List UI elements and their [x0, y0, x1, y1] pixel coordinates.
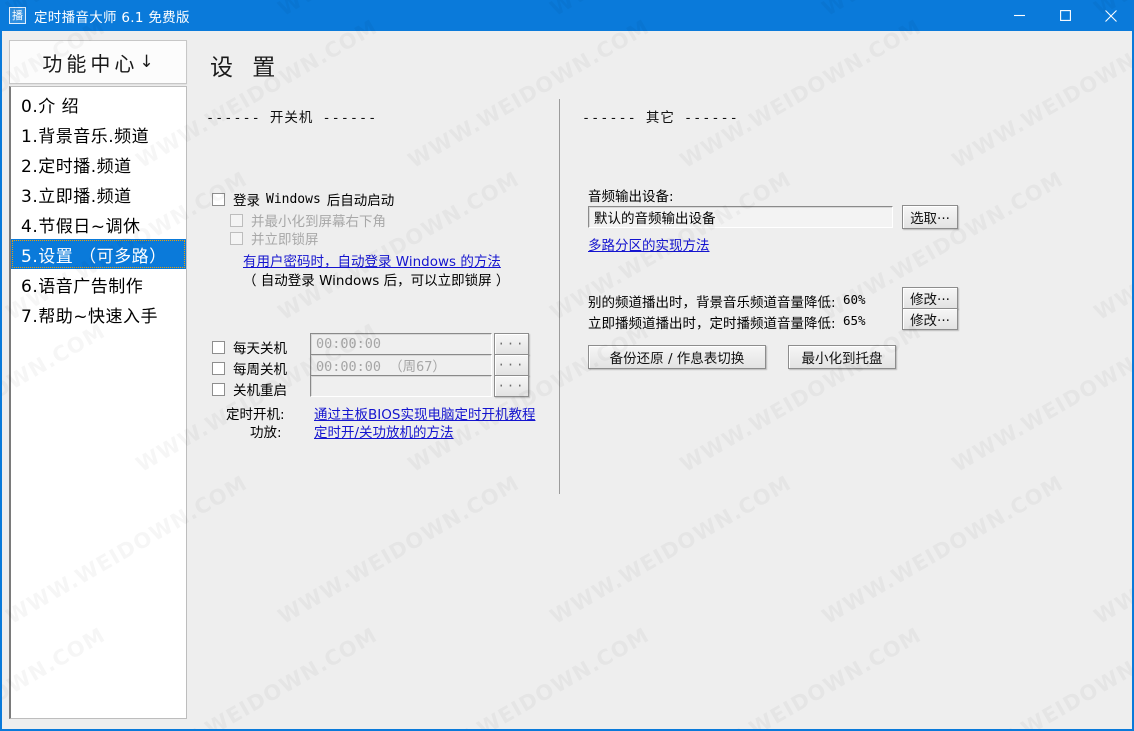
sidebar-item-background-music[interactable]: 1.背景音乐.频道 [11, 119, 186, 149]
amplifier-link[interactable]: 定时开/关功放机的方法 [314, 421, 454, 441]
volume-rule-1-value: 60% [843, 292, 866, 307]
volume-rule-2-edit-button[interactable]: 修改··· [902, 308, 958, 330]
minimize-to-tray-button[interactable]: 最小化到托盘 [788, 345, 896, 369]
volume-rule-1-text: 别的频道播出时，背景音乐频道音量降低: [588, 295, 836, 311]
lock-screen-label: 并立即锁屏 [251, 232, 319, 248]
checkbox-icon[interactable] [230, 213, 243, 227]
other-section-heading: ------ 其它 ------ [582, 110, 739, 126]
audio-device-label: 音频输出设备: [588, 189, 674, 205]
daily-shutdown-checkbox-row[interactable]: 每天关机 [212, 337, 287, 357]
boot-timer-link[interactable]: 通过主板BIOS实现电脑定时开机教程 [314, 403, 535, 423]
weekly-shutdown-label: 每周关机 [233, 362, 287, 378]
maximize-button[interactable] [1042, 0, 1088, 31]
checkbox-icon[interactable] [212, 192, 225, 206]
close-button[interactable] [1088, 0, 1134, 31]
volume-rule-2-text: 立即播频道播出时，定时播频道音量降低: [588, 316, 836, 332]
page-title: 设 置 [210, 55, 282, 81]
volume-rule-2-value: 65% [843, 313, 866, 328]
sidebar-item-instant-play[interactable]: 3.立即播.频道 [11, 179, 186, 209]
power-section-heading: ------ 开关机 ------ [206, 110, 378, 126]
autostart-checkbox-row[interactable]: 登录 Windows 后自动启动 [212, 189, 394, 209]
amplifier-label: 功放: [250, 425, 282, 441]
checkbox-icon[interactable] [212, 340, 225, 354]
shutdown-restart-input[interactable] [310, 375, 492, 397]
function-center-label: 功能中心 [42, 51, 139, 76]
minimize-to-tray-checkbox-row[interactable]: 并最小化到屏幕右下角 [230, 210, 386, 230]
minimize-to-tray-label: 并最小化到屏幕右下角 [251, 214, 386, 230]
checkbox-icon[interactable] [230, 231, 243, 245]
boot-timer-label: 定时开机: [226, 407, 285, 423]
sidebar-item-holiday[interactable]: 4.节假日~调休 [11, 209, 186, 239]
select-audio-device-button[interactable]: 选取··· [902, 205, 958, 229]
daily-shutdown-label: 每天关机 [233, 341, 287, 357]
checkbox-icon[interactable] [212, 382, 225, 396]
autostart-label-windows: Windows [266, 191, 321, 207]
audio-device-input[interactable]: 默认的音频输出设备 [588, 206, 893, 228]
sidebar-item-help[interactable]: 7.帮助~快速入手 [11, 299, 186, 329]
autologin-help-link[interactable]: 有用户密码时，自动登录 Windows 的方法 [243, 250, 501, 270]
app-icon: 播 [9, 7, 26, 24]
autostart-label-tail: 后自动启动 [326, 193, 395, 209]
multizone-link[interactable]: 多路分区的实现方法 [588, 234, 710, 254]
sidebar-item-voice-ad[interactable]: 6.语音广告制作 [11, 269, 186, 299]
main-content: 设 置 ------ 开关机 ------ 登录 Windows 后自动启动 并… [188, 31, 1132, 729]
sidebar-item-intro[interactable]: 0.介 绍 [11, 89, 186, 119]
title-bar: 播 定时播音大师 6.1 免费版 [0, 0, 1134, 31]
shutdown-restart-more-button[interactable]: ··· [494, 375, 529, 397]
minimize-button[interactable] [996, 0, 1042, 31]
daily-shutdown-more-button[interactable]: ··· [494, 333, 529, 355]
chevron-down-icon: ↓ [139, 52, 154, 72]
autostart-label-cn: 登录 [233, 193, 260, 209]
window-title: 定时播音大师 6.1 免费版 [34, 9, 190, 26]
daily-shutdown-time-input[interactable]: 00:00:00 [310, 333, 492, 355]
shutdown-restart-checkbox-row[interactable]: 关机重启 [212, 379, 287, 399]
lock-screen-checkbox-row[interactable]: 并立即锁屏 [230, 228, 319, 248]
function-center-button[interactable]: 功能中心 ↓ [9, 40, 187, 84]
weekly-shutdown-checkbox-row[interactable]: 每周关机 [212, 358, 287, 378]
section-divider [559, 99, 560, 494]
weekly-shutdown-time-input[interactable]: 00:00:00 （周67） [310, 354, 492, 376]
sidebar-item-scheduled-play[interactable]: 2.定时播.频道 [11, 149, 186, 179]
sidebar-item-settings[interactable]: 5.设置 （可多路） [11, 239, 186, 269]
navigation-list[interactable]: 0.介 绍 1.背景音乐.频道 2.定时播.频道 3.立即播.频道 4.节假日~… [9, 86, 187, 719]
backup-restore-button[interactable]: 备份还原 / 作息表切换 [588, 345, 766, 369]
autologin-note: （ 自动登录 Windows 后，可以立即锁屏 ） [243, 273, 510, 289]
shutdown-restart-label: 关机重启 [233, 383, 287, 399]
window-controls [996, 0, 1134, 31]
application-window: 播 定时播音大师 6.1 免费版 功能中心 ↓ 0.介 绍 1.背景音乐.频道 … [0, 0, 1134, 731]
weekly-shutdown-more-button[interactable]: ··· [494, 354, 529, 376]
checkbox-icon[interactable] [212, 361, 225, 375]
volume-rule-1-edit-button[interactable]: 修改··· [902, 287, 958, 309]
sidebar: 功能中心 ↓ 0.介 绍 1.背景音乐.频道 2.定时播.频道 3.立即播.频道… [9, 40, 187, 719]
